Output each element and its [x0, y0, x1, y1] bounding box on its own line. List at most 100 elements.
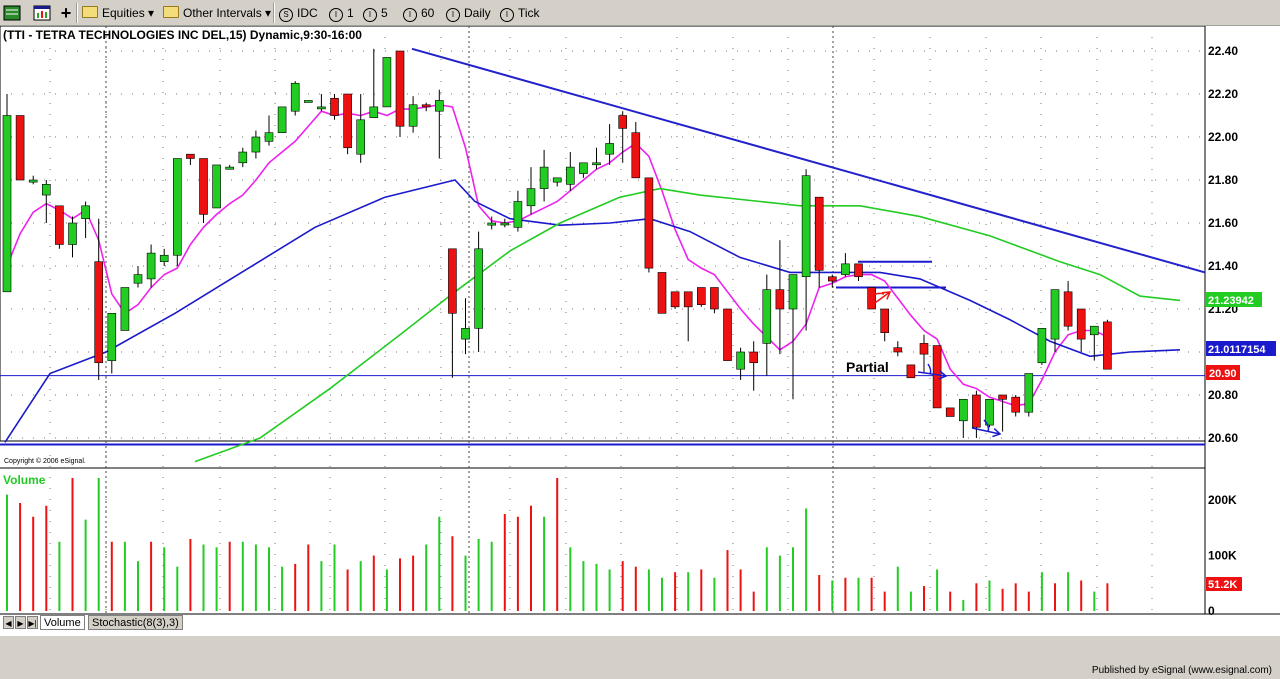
candle-body	[41, 184, 51, 196]
x-tick-label: 11:00	[917, 635, 947, 636]
candle-body	[421, 104, 431, 108]
candle-body	[723, 308, 732, 361]
i-circle-icon: I	[363, 8, 377, 22]
candle-body	[710, 287, 719, 310]
candle-body	[972, 394, 981, 428]
blue-arrow-annotation	[927, 363, 932, 375]
candle-body	[212, 164, 221, 209]
partial-annotation: Partial	[846, 359, 889, 375]
x-tick-label: 10:00	[133, 635, 164, 636]
plus-icon[interactable]: +	[57, 4, 75, 22]
scroll-end-icon[interactable]: ▶|	[27, 616, 38, 629]
candle-body	[1076, 308, 1086, 340]
candle-body	[985, 398, 994, 426]
interval-60-button[interactable]: I 60	[403, 4, 434, 22]
x-tick-label: 15:00	[412, 635, 443, 636]
candle-body	[552, 177, 562, 183]
candle-body	[238, 151, 248, 164]
candle-body	[696, 287, 706, 306]
chart-window-icon[interactable]	[33, 4, 51, 22]
candle-body	[55, 205, 64, 245]
candle-body	[330, 98, 339, 116]
last-price-badge: 20.90	[1206, 365, 1240, 380]
tab-volume[interactable]: Volume	[40, 615, 85, 630]
y-tick-label: 22.20	[1208, 87, 1238, 101]
candle-body	[434, 100, 444, 112]
x-tick-label: 11:00	[189, 635, 219, 636]
layout-icon[interactable]	[3, 4, 21, 22]
candle-body	[932, 345, 942, 409]
x-tick-label: 15:00	[49, 635, 80, 636]
volume-tick-label: 200K	[1208, 493, 1237, 507]
interval-5-button[interactable]: I5	[363, 4, 388, 22]
x-tick-label: 12:00	[973, 635, 1004, 636]
volume-last-badge: 51.2K	[1206, 577, 1242, 591]
candle-body	[277, 106, 287, 134]
candle-body	[657, 272, 667, 314]
candle-body	[1063, 291, 1073, 327]
x-tick-label: 13:00	[301, 635, 332, 636]
candle-body	[618, 115, 628, 129]
slow-moving-average	[194, 187, 1181, 463]
candle-body	[199, 158, 208, 215]
candle-body	[683, 291, 693, 308]
candle-body	[736, 351, 745, 370]
idc-button[interactable]: S IDC	[279, 4, 318, 22]
chart-area[interactable]: 22.4022.2022.0021.8021.6021.4021.2021.00…	[0, 25, 1280, 664]
i-circle-icon: I	[329, 8, 343, 22]
candle-body	[893, 347, 903, 353]
interval-1-button[interactable]: I1	[329, 4, 354, 22]
other-intervals-menu[interactable]: Other Intervals ▾	[163, 4, 271, 22]
candle-body	[487, 222, 497, 226]
scroll-left-icon[interactable]: ◀	[3, 616, 14, 629]
candle-body	[906, 364, 916, 379]
candle-body	[146, 252, 156, 280]
tab-stochastic[interactable]: Stochastic(8(3),3)	[88, 615, 183, 630]
x-tick-label: 11:00	[553, 635, 583, 636]
candle-body	[264, 132, 274, 142]
toolbar-separator	[76, 3, 78, 23]
candle-body	[107, 312, 117, 361]
candle-body	[1011, 396, 1021, 413]
s-circle-icon: S	[279, 8, 293, 22]
x-tick-label: 14:00	[1084, 635, 1115, 636]
publisher-text: Published by eSignal (www.esignal.com)	[1091, 665, 1272, 676]
candle-body	[474, 248, 483, 329]
y-tick-label: 22.00	[1208, 130, 1238, 144]
volume-tick-label: 100K	[1208, 549, 1237, 563]
x-tick-label: 12:00	[608, 635, 639, 636]
candle-body	[81, 205, 90, 220]
candle-body	[186, 153, 195, 159]
candle-body	[592, 162, 601, 166]
ma-blue-value-badge: 21.0117154	[1206, 341, 1276, 356]
daily-button[interactable]: I Daily	[446, 4, 491, 22]
fast-moving-average	[6, 103, 1108, 407]
x-tick-label: 14:00	[720, 635, 751, 636]
candle-body	[1024, 373, 1034, 413]
candle-body	[670, 291, 680, 308]
candle-body	[958, 398, 968, 422]
candle-body	[356, 119, 366, 155]
toolbar-separator	[273, 3, 275, 23]
candle-body	[500, 222, 510, 226]
svg-text:21.0117154: 21.0117154	[1208, 344, 1266, 356]
candle-body	[369, 106, 379, 118]
candle-body	[801, 175, 811, 278]
tick-button[interactable]: I Tick	[500, 4, 540, 22]
candle-body	[526, 188, 536, 207]
copyright-text: Copyright © 2006 eSignal.	[4, 457, 86, 465]
candle-body	[120, 287, 130, 331]
candle-body	[565, 166, 575, 185]
y-tick-label: 21.60	[1208, 216, 1238, 230]
candle-body	[854, 263, 863, 278]
candle-body	[290, 82, 300, 112]
scroll-right-icon[interactable]: ▶	[15, 616, 26, 629]
price-chart[interactable]: 22.4022.2022.0021.8021.6021.4021.2021.00…	[0, 25, 1280, 664]
y-tick-label: 21.40	[1208, 259, 1238, 273]
x-tick-label: 15:00	[1140, 635, 1171, 636]
candle-body	[133, 274, 143, 284]
candle-body	[448, 248, 457, 314]
equities-menu[interactable]: Equities ▾	[82, 4, 154, 22]
x-tick-label: 14:00	[356, 635, 387, 636]
candle-body	[631, 132, 641, 179]
